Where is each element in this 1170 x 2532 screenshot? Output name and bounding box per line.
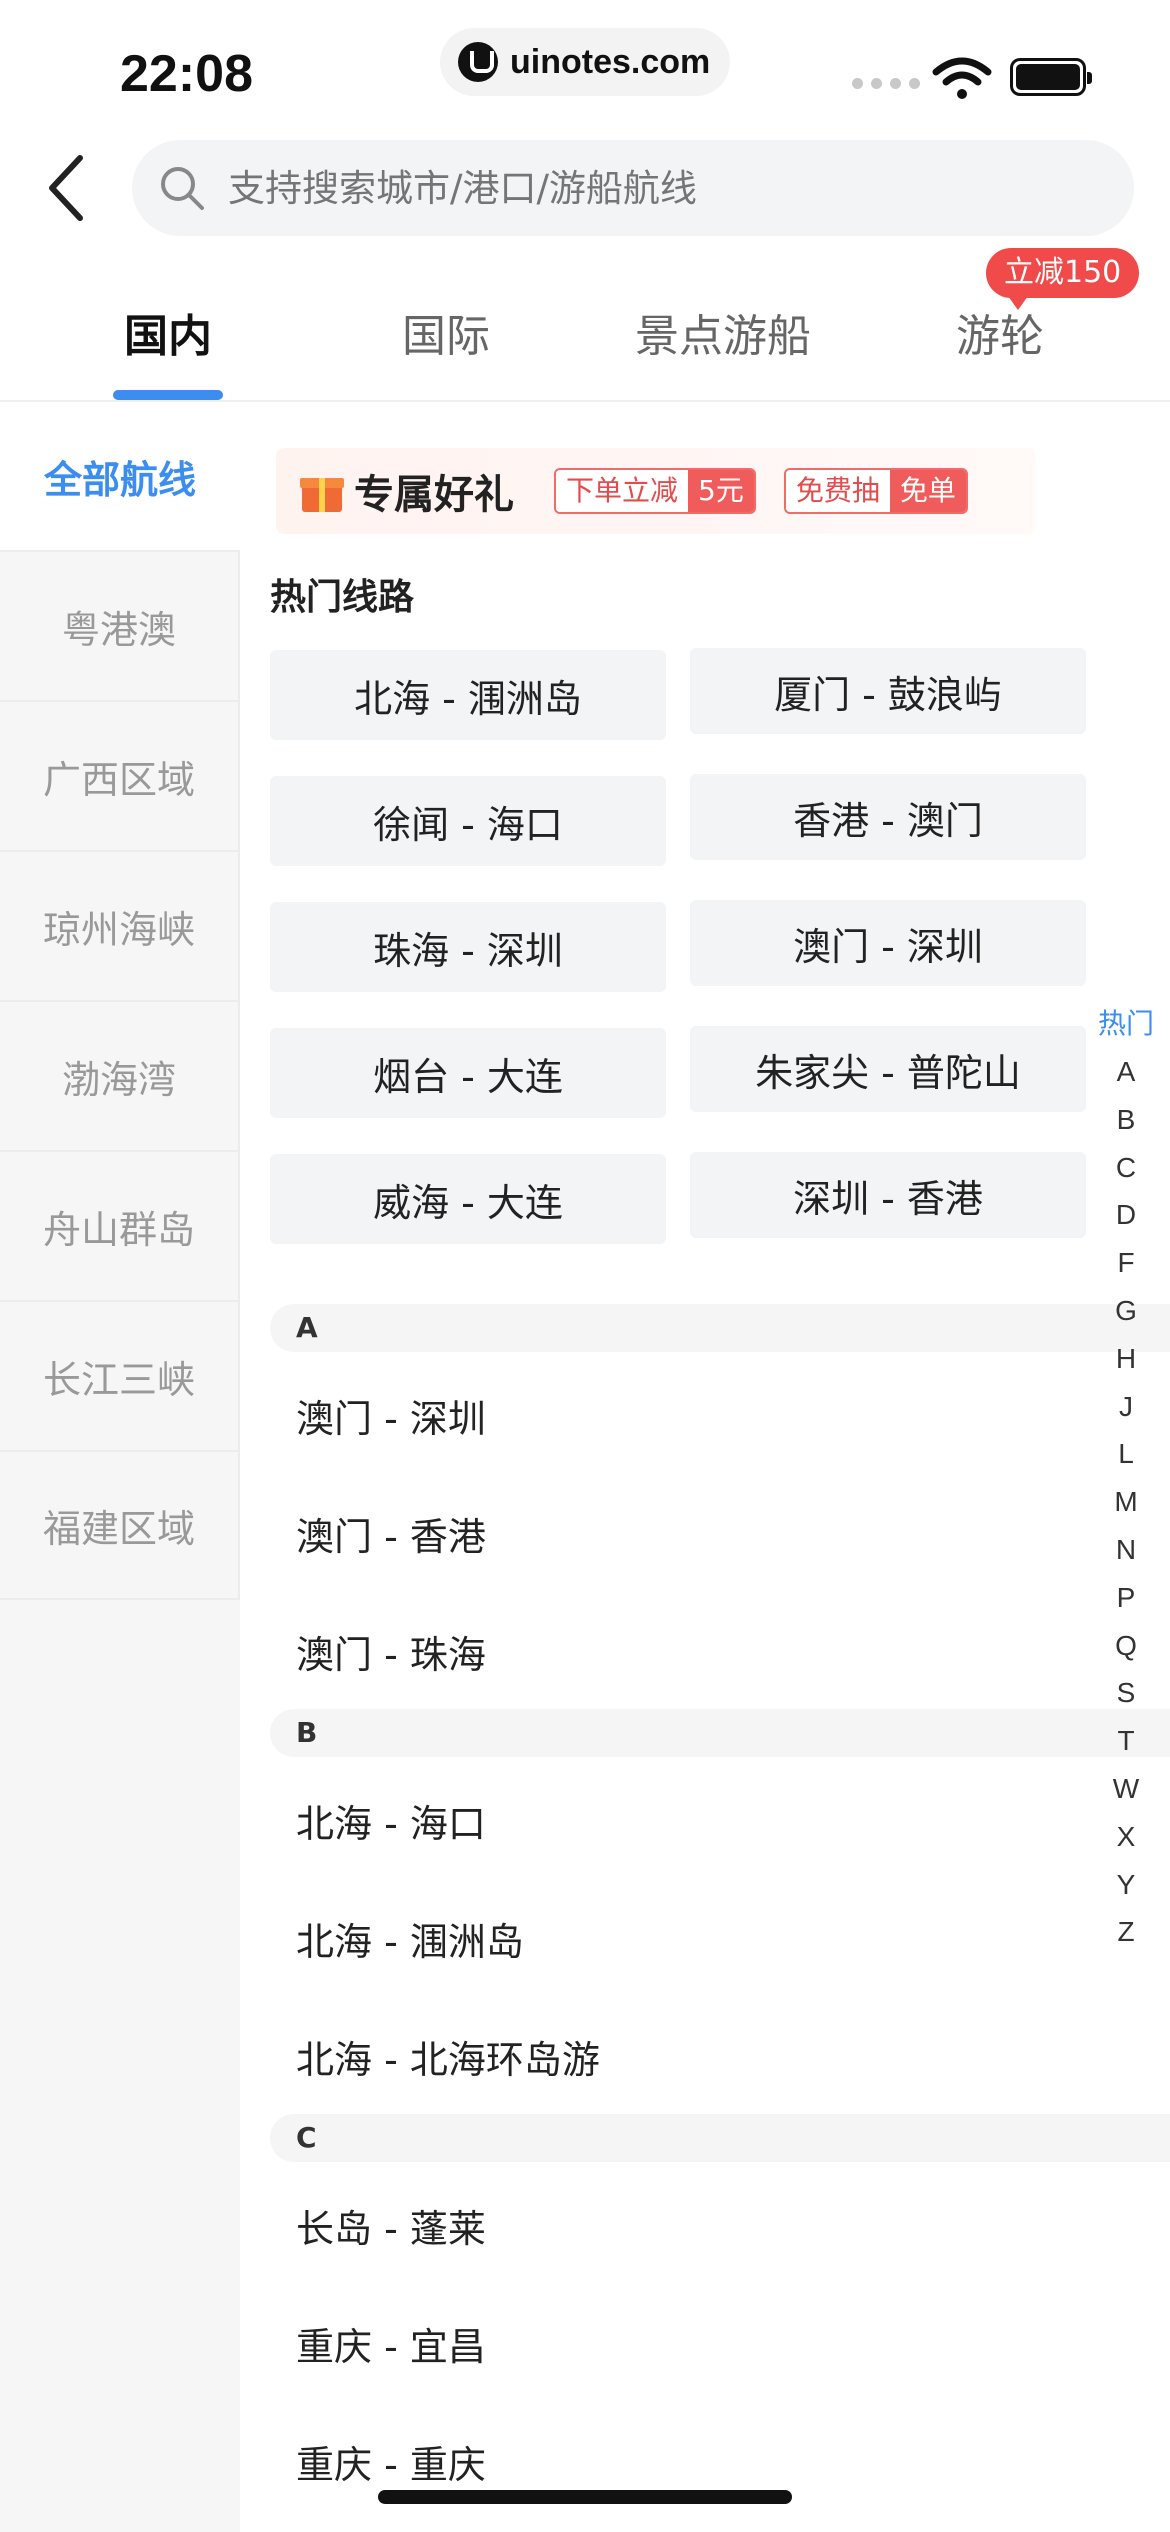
tab-cruise[interactable]: 游轮 bbox=[950, 300, 1050, 364]
hot-route-button[interactable]: 北海 - 涠洲岛 bbox=[270, 650, 666, 740]
index-letter[interactable]: Y bbox=[1086, 1861, 1166, 1909]
site-logo-icon bbox=[458, 42, 498, 82]
back-arrow-icon[interactable] bbox=[40, 150, 100, 226]
battery-icon bbox=[1010, 58, 1092, 96]
search-input[interactable] bbox=[228, 166, 1028, 210]
sidebar-item[interactable]: 琼州海峡 bbox=[0, 850, 240, 1000]
hot-route-button[interactable]: 徐闻 - 海口 bbox=[270, 776, 666, 866]
url-pill[interactable]: uinotes.com bbox=[440, 28, 730, 96]
alphabet-index[interactable]: 热门 A B C D F G H J L M N P Q S T W X Y Z bbox=[1086, 1000, 1166, 1956]
sidebar-item[interactable]: 长江三峡 bbox=[0, 1300, 240, 1450]
sidebar-item[interactable]: 渤海湾 bbox=[0, 1000, 240, 1150]
url-text: uinotes.com bbox=[510, 42, 711, 81]
sidebar-item[interactable]: 粤港澳 bbox=[0, 550, 240, 700]
index-letter[interactable]: C bbox=[1086, 1144, 1166, 1192]
hot-route-button[interactable]: 朱家尖 - 普陀山 bbox=[690, 1026, 1086, 1112]
group-header-b: B bbox=[270, 1709, 1170, 1757]
index-letter[interactable]: H bbox=[1086, 1335, 1166, 1383]
list-item[interactable]: 澳门 - 珠海 bbox=[296, 1624, 486, 1679]
list-item[interactable]: 重庆 - 重庆 bbox=[296, 2434, 486, 2489]
gift-icon bbox=[300, 470, 344, 512]
list-item[interactable]: 重庆 - 宜昌 bbox=[296, 2316, 486, 2371]
list-item[interactable]: 澳门 - 深圳 bbox=[296, 1388, 486, 1443]
tab-sightseeing-boat[interactable]: 景点游船 bbox=[628, 300, 818, 364]
promo-tag-value: 5元 bbox=[688, 470, 754, 512]
promo-tag-label: 免费抽 bbox=[785, 470, 890, 512]
group-header-a: A bbox=[270, 1304, 1170, 1352]
list-item[interactable]: 长岛 - 蓬莱 bbox=[296, 2198, 486, 2253]
index-letter[interactable]: P bbox=[1086, 1574, 1166, 1622]
index-letter[interactable]: S bbox=[1086, 1669, 1166, 1717]
list-item[interactable]: 北海 - 涠洲岛 bbox=[296, 1911, 524, 1966]
index-letter[interactable]: T bbox=[1086, 1717, 1166, 1765]
list-item[interactable]: 澳门 - 香港 bbox=[296, 1506, 486, 1561]
hot-routes-title: 热门线路 bbox=[270, 577, 415, 618]
index-letter[interactable]: Q bbox=[1086, 1622, 1166, 1670]
home-indicator[interactable] bbox=[378, 2490, 792, 2504]
index-letter[interactable]: X bbox=[1086, 1813, 1166, 1861]
index-letter[interactable]: J bbox=[1086, 1383, 1166, 1431]
index-letter[interactable]: G bbox=[1086, 1287, 1166, 1335]
index-letter[interactable]: D bbox=[1086, 1191, 1166, 1239]
tab-domestic[interactable]: 国内 bbox=[118, 300, 218, 364]
active-tab-indicator bbox=[113, 390, 223, 400]
promo-tag-lottery: 免费抽 免单 bbox=[783, 468, 968, 514]
tab-international[interactable]: 国际 bbox=[396, 300, 496, 364]
region-sidebar: 全部航线 粤港澳 广西区域 琼州海峡 渤海湾 舟山群岛 长江三峡 福建区域 bbox=[0, 402, 240, 2532]
sidebar-item[interactable]: 福建区域 bbox=[0, 1450, 240, 1600]
hot-route-button[interactable]: 厦门 - 鼓浪屿 bbox=[690, 648, 1086, 734]
list-item[interactable]: 北海 - 北海环岛游 bbox=[296, 2029, 600, 2084]
index-letter[interactable]: Z bbox=[1086, 1908, 1166, 1956]
promo-title: 专属好礼 bbox=[354, 472, 514, 518]
index-letter[interactable]: L bbox=[1086, 1430, 1166, 1478]
discount-badge: 立减150 bbox=[986, 248, 1140, 310]
promo-tag-value: 免单 bbox=[889, 470, 966, 512]
hot-route-button[interactable]: 烟台 - 大连 bbox=[270, 1028, 666, 1118]
promo-tag-label: 下单立减 bbox=[556, 470, 689, 512]
search-icon bbox=[161, 167, 204, 210]
cellular-signal-icon bbox=[852, 78, 920, 89]
promo-tag-discount: 下单立减 5元 bbox=[554, 468, 756, 514]
index-letter[interactable]: F bbox=[1086, 1239, 1166, 1287]
hot-route-button[interactable]: 威海 - 大连 bbox=[270, 1154, 666, 1244]
index-letter[interactable]: W bbox=[1086, 1765, 1166, 1813]
index-letter[interactable]: N bbox=[1086, 1526, 1166, 1574]
sidebar-item[interactable]: 广西区域 bbox=[0, 700, 240, 850]
search-bar[interactable] bbox=[132, 140, 1134, 236]
wifi-icon bbox=[932, 57, 992, 99]
hot-route-button[interactable]: 澳门 - 深圳 bbox=[690, 900, 1086, 986]
hot-route-button[interactable]: 深圳 - 香港 bbox=[690, 1152, 1086, 1238]
group-header-c: C bbox=[270, 2114, 1170, 2162]
hot-route-button[interactable]: 珠海 - 深圳 bbox=[270, 902, 666, 992]
index-letter[interactable]: M bbox=[1086, 1478, 1166, 1526]
index-letter[interactable]: A bbox=[1086, 1048, 1166, 1096]
sidebar-item-all-routes[interactable]: 全部航线 bbox=[0, 402, 240, 550]
status-time: 22:08 bbox=[120, 45, 253, 103]
promo-banner[interactable]: 专属好礼 下单立减 5元 免费抽 免单 bbox=[276, 448, 1036, 534]
hot-route-button[interactable]: 香港 - 澳门 bbox=[690, 774, 1086, 860]
sidebar-item[interactable]: 舟山群岛 bbox=[0, 1150, 240, 1300]
status-bar: 22:08 uinotes.com bbox=[0, 0, 1170, 130]
index-letter[interactable]: B bbox=[1086, 1096, 1166, 1144]
index-hot[interactable]: 热门 bbox=[1086, 1000, 1166, 1048]
list-item[interactable]: 北海 - 海口 bbox=[296, 1793, 486, 1848]
